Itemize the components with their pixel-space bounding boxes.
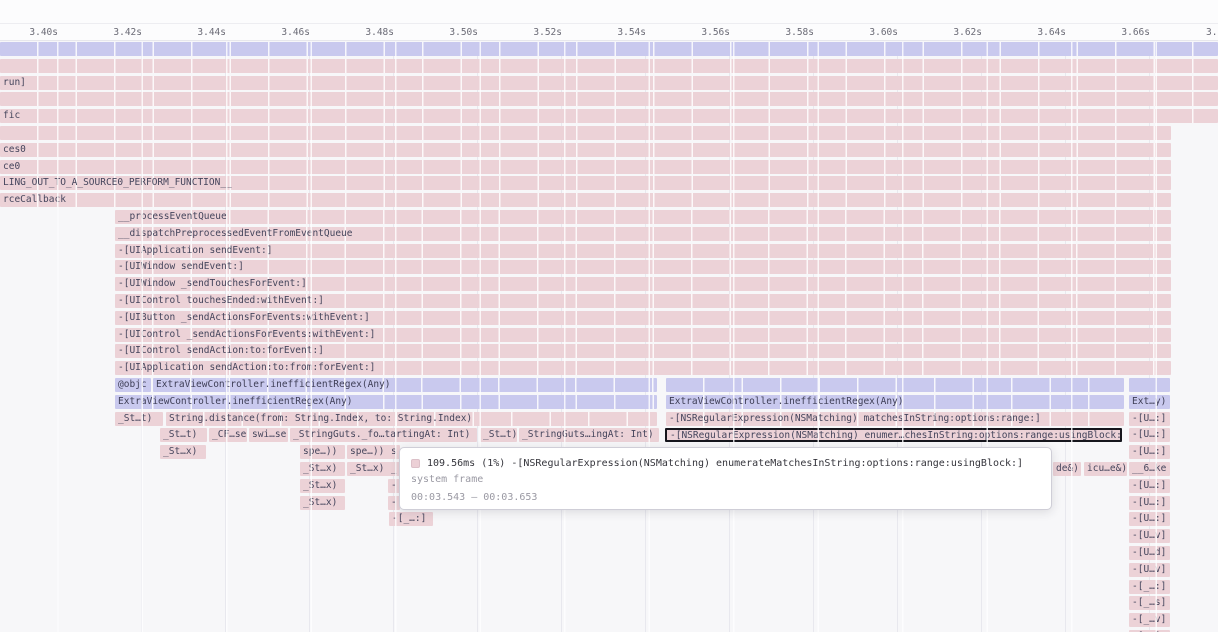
- frame-segment[interactable]: -[U…:]: [1129, 428, 1170, 442]
- frame-segment[interactable]: _St…t): [160, 428, 207, 442]
- frame-segment[interactable]: -[U…:]: [1129, 412, 1170, 426]
- frame-segment[interactable]: _St…x): [300, 479, 345, 493]
- frame-tooltip: 109.56ms (1%) -[NSRegularExpression(NSMa…: [399, 447, 1052, 510]
- ruler-tick-label: 3.40s: [29, 27, 58, 38]
- frame-segment[interactable]: __dispatchPreprocessedEventFromEventQueu…: [115, 227, 1171, 241]
- frame-segment[interactable]: Ext…y): [1129, 395, 1170, 409]
- frame-segment[interactable]: _CF…se: [209, 428, 247, 442]
- frame-segment[interactable]: -[UIButton _sendActionsForEvents:withEve…: [115, 311, 1171, 325]
- frame-segment[interactable]: -[_…s]: [1129, 596, 1170, 610]
- frame-segment[interactable]: _St…t): [115, 412, 163, 426]
- frame-segment[interactable]: ExtraViewController.inefficientRegex(Any…: [115, 395, 657, 409]
- frame-segment[interactable]: [0, 126, 1171, 140]
- frame-segment[interactable]: icu…e&): [1084, 462, 1127, 476]
- frame-segment[interactable]: run]: [0, 76, 1218, 90]
- ruler-tick-label: 3.52s: [533, 27, 562, 38]
- ruler-tick-label: 3.44s: [197, 27, 226, 38]
- tooltip-symbol: -[NSRegularExpression(NSMatching) enumer…: [511, 458, 1023, 469]
- ruler-tick-label: 3.48s: [365, 27, 394, 38]
- frame-segment[interactable]: -[_…:]: [389, 512, 433, 526]
- ruler-tick-label: 3.64s: [1037, 27, 1066, 38]
- frame-segment[interactable]: ces0: [0, 143, 1171, 157]
- frame-segment[interactable]: __processEventQueue: [115, 210, 1171, 224]
- frame-segment[interactable]: swi…se: [249, 428, 288, 442]
- frame-segment[interactable]: -[U…:]: [1129, 512, 1170, 526]
- frame-segment[interactable]: __6…ke: [1129, 462, 1170, 476]
- frame-segment[interactable]: -[UIControl sendAction:to:forEvent:]: [115, 344, 1171, 358]
- ruler-tick-label: 3.: [1206, 27, 1217, 38]
- frame-segment[interactable]: spe…)): [300, 445, 345, 459]
- tooltip-time-range: 00:03.543 — 00:03.653: [411, 489, 1040, 507]
- frame-segment[interactable]: -[U…:]: [1129, 479, 1170, 493]
- ruler-tick-label: 3.58s: [785, 27, 814, 38]
- frame-segment[interactable]: _St…x): [347, 462, 391, 476]
- ruler-tick-label: 3.54s: [617, 27, 646, 38]
- frame-segment[interactable]: -[UIWindow _sendTouchesForEvent:]: [115, 277, 1171, 291]
- frame-segment[interactable]: -[U…:]: [1129, 445, 1170, 459]
- frame-segment[interactable]: _St…x): [300, 496, 345, 510]
- ruler-tick-label: 3.50s: [449, 27, 478, 38]
- frame-segment[interactable]: _StringGuts._fo…tartingAt: Int): [290, 428, 477, 442]
- frame-segment[interactable]: -[UIControl _sendActionsForEvents:withEv…: [115, 328, 1171, 342]
- frame-segment[interactable]: rceCallback: [0, 193, 1171, 207]
- tooltip-note: system frame: [411, 471, 1040, 489]
- frame-segment[interactable]: -[U…v]: [1129, 529, 1170, 543]
- frame-segment[interactable]: [0, 92, 1218, 106]
- frame-segment[interactable]: ExtraViewController.inefficientRegex(Any…: [153, 378, 657, 392]
- frame-segment[interactable]: _St…t): [480, 428, 517, 442]
- ruler-tick-label: 3.42s: [113, 27, 142, 38]
- frame-segment[interactable]: -[UIControl touchesEnded:withEvent:]: [115, 294, 1171, 308]
- frame-segment[interactable]: -[UIWindow sendEvent:]: [115, 260, 1171, 274]
- ruler-tick-label: 3.66s: [1121, 27, 1150, 38]
- frame-segment[interactable]: -[UIApplication sendAction:to:from:forEv…: [115, 361, 1171, 375]
- frame-segment[interactable]: -[_…v]: [1129, 613, 1170, 627]
- tooltip-title-row: 109.56ms (1%) -[NSRegularExpression(NSMa…: [411, 455, 1040, 471]
- frame-segment[interactable]: [0, 42, 1218, 56]
- frame-color-swatch-icon: [411, 459, 420, 468]
- frame-segment[interactable]: LING_OUT_TO_A_SOURCE0_PERFORM_FUNCTION__: [0, 176, 1171, 190]
- frame-segment[interactable]: -[U…d]: [1129, 546, 1170, 560]
- frame-segment[interactable]: -[U…:]: [1129, 496, 1170, 510]
- ruler-tick-label: 3.56s: [701, 27, 730, 38]
- frame-segment[interactable]: ExtraViewController.inefficientRegex(Any…: [666, 395, 1124, 409]
- frame-segment[interactable]: _StringGuts…ingAt: Int): [519, 428, 659, 442]
- ruler-tick-label: 3.62s: [953, 27, 982, 38]
- flame-chart-canvas[interactable]: run] fic ces0 ce0 LING_OUT_TO_A_SOURCE0_PERF…: [0, 0, 1218, 632]
- frame-segment[interactable]: [1129, 378, 1170, 392]
- frame-segment[interactable]: spe…)): [347, 445, 391, 459]
- frame-segment[interactable]: _St…x): [160, 445, 206, 459]
- tooltip-percent: (1%): [481, 458, 505, 469]
- frame-segment[interactable]: String.distance(from: String.Index, to: …: [166, 412, 657, 426]
- instruments-flame-chart-window: run] fic ces0 ce0 LING_OUT_TO_A_SOURCE0_PERF…: [0, 0, 1218, 632]
- frame-segment[interactable]: de&): [1053, 462, 1081, 476]
- frame-segment[interactable]: @objc: [115, 378, 151, 392]
- frame-segment[interactable]: [666, 378, 1124, 392]
- frame-segment[interactable]: -[U…v]: [1129, 563, 1170, 577]
- frame-segment-selected[interactable]: -[NSRegularExpression(NSMatching) enumer…: [665, 428, 1122, 442]
- frame-segment[interactable]: -[NSRegularExpression(NSMatching) matche…: [666, 412, 1124, 426]
- frame-segment[interactable]: -[_…:]: [1129, 580, 1170, 594]
- tooltip-duration: 109.56ms: [427, 458, 475, 469]
- ruler-tick-label: 3.46s: [281, 27, 310, 38]
- time-ruler[interactable]: 3.40s 3.42s 3.44s 3.46s 3.48s 3.50s 3.52s 3.54s…: [0, 0, 1218, 41]
- frame-segment[interactable]: ce0: [0, 160, 1171, 174]
- frame-segment[interactable]: fic: [0, 109, 1218, 123]
- frame-segment[interactable]: [0, 59, 1218, 73]
- frame-segment[interactable]: _St…x): [300, 462, 345, 476]
- ruler-tick-label: 3.60s: [869, 27, 898, 38]
- frame-segment[interactable]: -[UIApplication sendEvent:]: [115, 244, 1171, 258]
